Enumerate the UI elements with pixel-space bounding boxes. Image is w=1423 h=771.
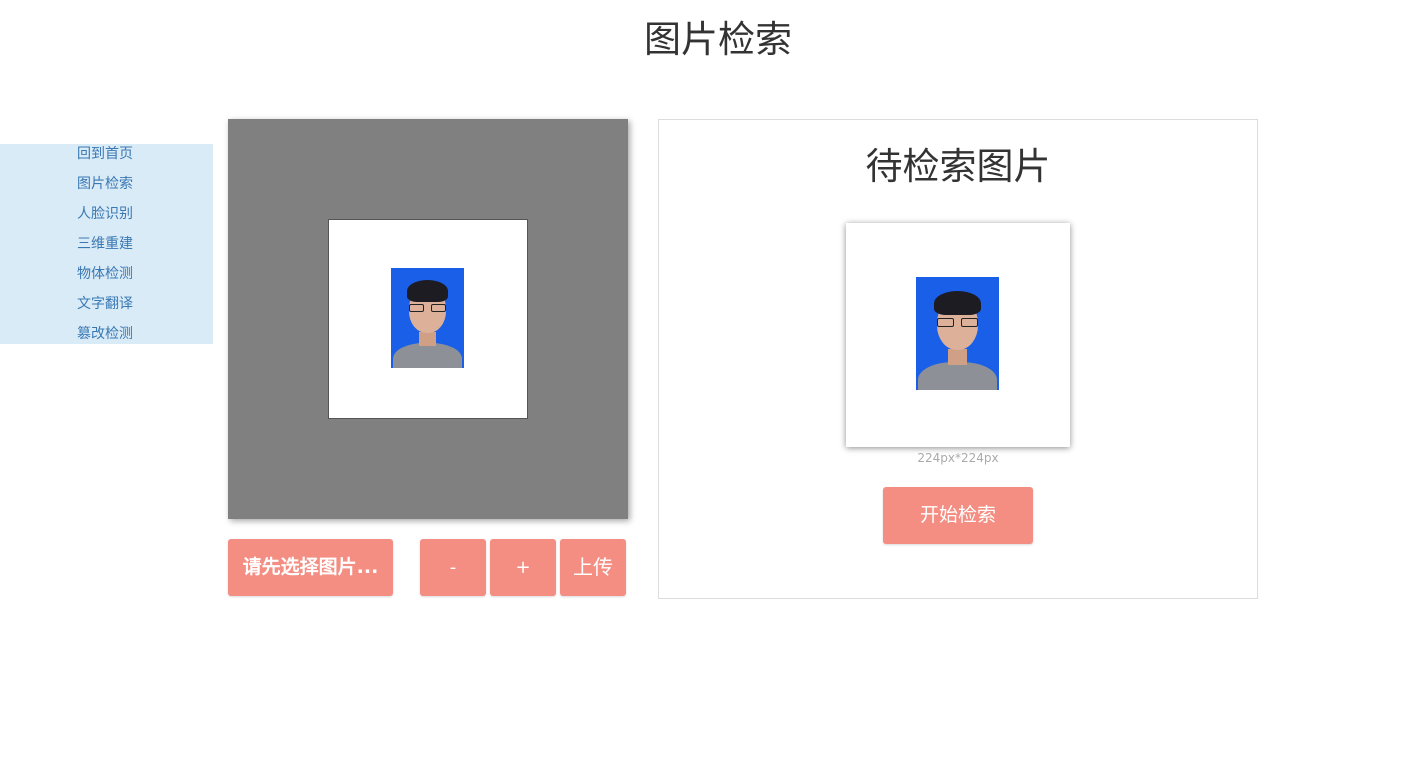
sidebar-item-face-recognition[interactable]: 人脸识别 bbox=[77, 204, 197, 234]
page: 图片检索 回到首页 图片检索 人脸识别 三维重建 物体检测 文字翻译 篡改检测 … bbox=[0, 0, 1423, 771]
page-title: 图片检索 bbox=[644, 18, 792, 61]
zoom-in-button[interactable]: + bbox=[490, 539, 556, 596]
sidebar-item-image-search[interactable]: 图片检索 bbox=[77, 174, 197, 204]
portrait-photo bbox=[391, 268, 464, 368]
sidebar-item-tamper-detection[interactable]: 篡改检测 bbox=[77, 324, 197, 354]
zoom-out-button[interactable]: - bbox=[420, 539, 486, 596]
crop-box[interactable] bbox=[328, 219, 528, 419]
sidebar-item-3d-reconstruction[interactable]: 三维重建 bbox=[77, 234, 197, 264]
panel-title: 待检索图片 bbox=[865, 145, 1051, 188]
sidebar-item-home[interactable]: 回到首页 bbox=[77, 144, 197, 174]
sidebar-item-object-detection[interactable]: 物体检测 bbox=[77, 264, 197, 294]
image-cropper[interactable] bbox=[228, 119, 628, 519]
select-image-button[interactable]: 请先选择图片... bbox=[228, 539, 393, 596]
upload-button[interactable]: 上传 bbox=[560, 539, 626, 596]
sidebar: 回到首页 图片检索 人脸识别 三维重建 物体检测 文字翻译 篡改检测 bbox=[0, 144, 213, 344]
start-search-button[interactable]: 开始检索 bbox=[883, 487, 1033, 544]
search-panel: 待检索图片 224px*224px 开始检索 bbox=[658, 119, 1258, 599]
sidebar-item-text-translation[interactable]: 文字翻译 bbox=[77, 294, 197, 324]
size-caption: 224px*224px bbox=[917, 451, 999, 465]
preview-box bbox=[846, 223, 1070, 447]
preview-photo bbox=[916, 277, 999, 390]
